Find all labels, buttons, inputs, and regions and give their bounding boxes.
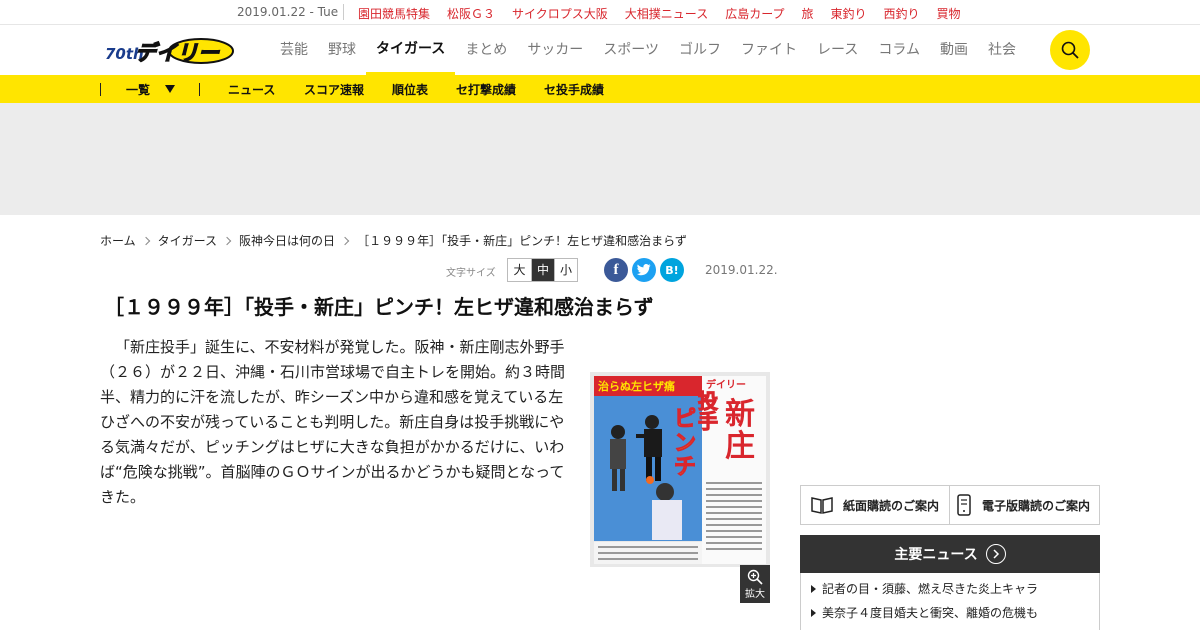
nav-race[interactable]: レース (807, 25, 868, 75)
article-body: 「新庄投手」誕生に、不安材料が発覚した。阪神・新庄剛志外野手（２６）が２２日、沖… (100, 338, 566, 506)
daily-logo-icon: 70th デイリー (105, 38, 234, 66)
font-size-large[interactable]: 大 (508, 259, 531, 281)
nav-sports[interactable]: スポーツ (593, 25, 669, 75)
nav-video[interactable]: 動画 (930, 25, 978, 75)
chevron-right-icon (340, 236, 350, 245)
font-size-medium[interactable]: 中 (531, 259, 554, 281)
nav-matome[interactable]: まとめ (455, 25, 517, 75)
figure-banner-text: 治らぬ左ヒザ痛 (598, 379, 675, 393)
paper-subscription-button[interactable]: 紙面購読のご案内 (800, 485, 950, 525)
news-item-title: 記者の目・須藤、燃え尽きた炎上キャラ (822, 582, 1039, 596)
nav-column[interactable]: コラム (868, 25, 930, 75)
publish-date: 2019.01.22. (705, 263, 778, 277)
digital-subscription-button[interactable]: 電子版購読のご案内 (949, 485, 1100, 525)
main-header: 70th デイリー 芸能 野球 タイガース まとめ サッカー スポーツ ゴルフ … (0, 25, 1200, 75)
breadcrumb-current: ［１９９９年］「投手・新庄」ピンチ！左ヒザ違和感治まらず (357, 234, 687, 248)
topbar-links: 園田競馬特集 松阪Ｇ３ サイクロプス大阪 大相撲ニュース 広島カープ 旅 東釣り… (358, 5, 978, 22)
ad-banner-area (0, 103, 1200, 215)
breadcrumb-today-in-history[interactable]: 阪神今日は何の日 (239, 232, 335, 249)
topbar-link-matsusaka[interactable]: 松阪Ｇ３ (447, 5, 495, 22)
site-logo[interactable]: 70th デイリー (103, 37, 235, 66)
figure-headline-1: 新庄 (725, 397, 755, 464)
news-list-item[interactable]: 美奈子４度目婚夫と衝突、離婚の危機も (811, 604, 1038, 621)
topbar-link-carp[interactable]: 広島カープ (725, 5, 784, 22)
open-book-icon (811, 497, 833, 514)
hatena-bookmark-icon[interactable]: B! (660, 258, 684, 282)
subnav-score[interactable]: スコア速報 (304, 81, 364, 98)
hatena-glyph: B! (665, 263, 679, 277)
breadcrumb-home[interactable]: ホーム (100, 232, 136, 249)
twitter-bird-icon (637, 264, 651, 276)
search-icon (1061, 41, 1079, 59)
facebook-share-icon[interactable]: f (604, 258, 628, 282)
divider (343, 4, 344, 20)
subnav-list-dropdown[interactable]: 一覧 (126, 81, 150, 98)
topbar-link-west-fishing[interactable]: 西釣り (884, 5, 920, 22)
topbar-link-travel[interactable]: 旅 (801, 5, 813, 22)
chevron-right-icon (222, 236, 232, 245)
article-title: ［１９９９年］「投手・新庄」ピンチ！左ヒザ違和感治まらず (104, 295, 654, 319)
main-news-title: 主要ニュース (894, 547, 978, 563)
paper-subscription-label: 紙面購読のご案内 (843, 498, 940, 513)
subnav-batting[interactable]: セ打撃成績 (456, 81, 516, 98)
tigers-subnav: 一覧 ニュース スコア速報 順位表 セ打撃成績 セ投手成績 (0, 75, 1200, 103)
topbar-link-east-fishing[interactable]: 東釣り (831, 5, 867, 22)
newspaper-front-page-image: 治らぬ左ヒザ痛 デイリー 新庄 投手 ピンチ (590, 372, 770, 567)
chevron-right-icon (141, 236, 150, 245)
facebook-glyph: f (613, 261, 619, 278)
news-item-title: 美奈子４度目婚夫と衝突、離婚の危機も (822, 606, 1039, 620)
header-date: 2019.01.22 - Tue (237, 5, 339, 19)
divider (199, 83, 200, 96)
breadcrumb-tigers[interactable]: タイガース (158, 232, 217, 249)
bullet-triangle-icon (811, 608, 816, 617)
arrow-right-icon (985, 544, 1006, 564)
topbar-link-cyclops[interactable]: サイクロプス大阪 (512, 5, 608, 22)
logo-text: デイリー (135, 41, 220, 65)
zoom-label: 拡大 (745, 589, 765, 600)
nav-tigers[interactable]: タイガース (366, 25, 456, 75)
font-size-small[interactable]: 小 (554, 259, 577, 281)
figure-headline-3: ピンチ (674, 407, 696, 480)
font-size-label: 文字サイズ (446, 268, 496, 279)
main-news-header[interactable]: 主要ニュース (800, 535, 1100, 573)
nav-society[interactable]: 社会 (978, 25, 1026, 75)
bullet-triangle-icon (811, 584, 816, 593)
smartphone-icon (957, 494, 971, 516)
subnav-pitching[interactable]: セ投手成績 (544, 81, 604, 98)
top-utility-bar: 2019.01.22 - Tue 園田競馬特集 松阪Ｇ３ サイクロプス大阪 大相… (0, 0, 1200, 25)
topbar-link-sonoda[interactable]: 園田競馬特集 (358, 5, 430, 22)
figure-headline-2: 投手 (698, 389, 718, 433)
breadcrumb: ホーム タイガース 阪神今日は何の日 ［１９９９年］「投手・新庄」ピンチ！左ヒザ… (100, 232, 687, 249)
nav-soccer[interactable]: サッカー (517, 25, 593, 75)
subnav-standings[interactable]: 順位表 (392, 81, 428, 98)
divider (100, 83, 101, 96)
topbar-link-sumo[interactable]: 大相撲ニュース (625, 5, 708, 22)
zoom-in-icon (747, 569, 763, 585)
font-size-selector: 大 中 小 (507, 258, 578, 282)
main-nav: 芸能 野球 タイガース まとめ サッカー スポーツ ゴルフ ファイト レース コ… (270, 25, 1026, 75)
nav-golf[interactable]: ゴルフ (669, 25, 731, 75)
main-news-list: 記者の目・須藤、燃え尽きた炎上キャラ 美奈子４度目婚夫と衝突、離婚の危機も (800, 573, 1100, 630)
digital-subscription-label: 電子版購読のご案内 (982, 498, 1091, 513)
nav-baseball[interactable]: 野球 (318, 25, 366, 75)
search-button[interactable] (1050, 30, 1090, 70)
nav-fight[interactable]: ファイト (731, 25, 807, 75)
news-list-item[interactable]: 記者の目・須藤、燃え尽きた炎上キャラ (811, 580, 1038, 597)
article-photo[interactable]: 治らぬ左ヒザ痛 デイリー 新庄 投手 ピンチ (590, 372, 770, 567)
nav-entertainment[interactable]: 芸能 (270, 25, 318, 75)
chevron-down-icon[interactable] (165, 85, 175, 93)
topbar-link-shopping[interactable]: 買物 (937, 5, 961, 22)
zoom-button[interactable]: 拡大 (740, 565, 770, 603)
twitter-share-icon[interactable] (632, 258, 656, 282)
subnav-news[interactable]: ニュース (228, 81, 275, 98)
